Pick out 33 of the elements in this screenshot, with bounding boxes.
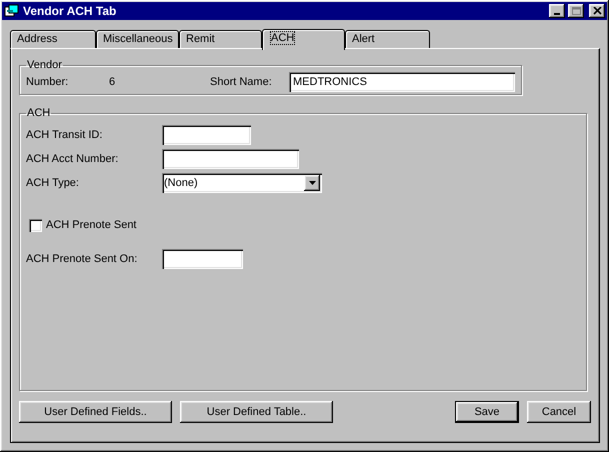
short-name-field[interactable]: MEDTRONICS: [289, 72, 515, 92]
action-button[interactable]: Save: [455, 401, 519, 423]
input-field[interactable]: [162, 149, 299, 169]
action-button[interactable]: User Defined Table..: [180, 401, 333, 423]
action-button[interactable]: Cancel: [527, 401, 591, 423]
field-label: ACH Acct Number:: [26, 153, 120, 165]
maximize-button[interactable]: [568, 4, 584, 18]
field-label: ACH Transit ID:: [26, 129, 104, 141]
window-title: Vendor ACH Tab: [23, 4, 118, 18]
field-label: ACH Prenote Sent On:: [26, 253, 138, 265]
close-icon: [592, 7, 602, 15]
checkbox[interactable]: [29, 218, 42, 232]
tab[interactable]: Address: [10, 30, 96, 48]
tab[interactable]: ACH: [262, 29, 345, 50]
close-button[interactable]: [589, 4, 605, 18]
field-label: Short Name:: [210, 76, 273, 88]
tab[interactable]: Remit: [179, 30, 262, 48]
input-field[interactable]: [162, 125, 251, 145]
action-button[interactable]: User Defined Fields..: [19, 401, 172, 423]
tab[interactable]: Alert: [345, 30, 430, 48]
group-title: Vendor: [26, 59, 63, 71]
minimize-button[interactable]: [549, 4, 565, 18]
group-title: ACH: [26, 107, 52, 119]
tab[interactable]: Miscellaneous: [96, 30, 179, 48]
dropdown-arrow-icon: [308, 181, 316, 185]
input-field[interactable]: [162, 249, 243, 269]
field-label: ACH Type:: [26, 177, 80, 189]
field-label: Number:: [26, 76, 70, 88]
checkbox-label: ACH Prenote Sent: [46, 219, 136, 231]
maximize-icon: [572, 7, 580, 15]
number-value: 6: [109, 76, 116, 88]
window-icon: [4, 4, 20, 18]
dropdown[interactable]: (None): [162, 173, 322, 193]
